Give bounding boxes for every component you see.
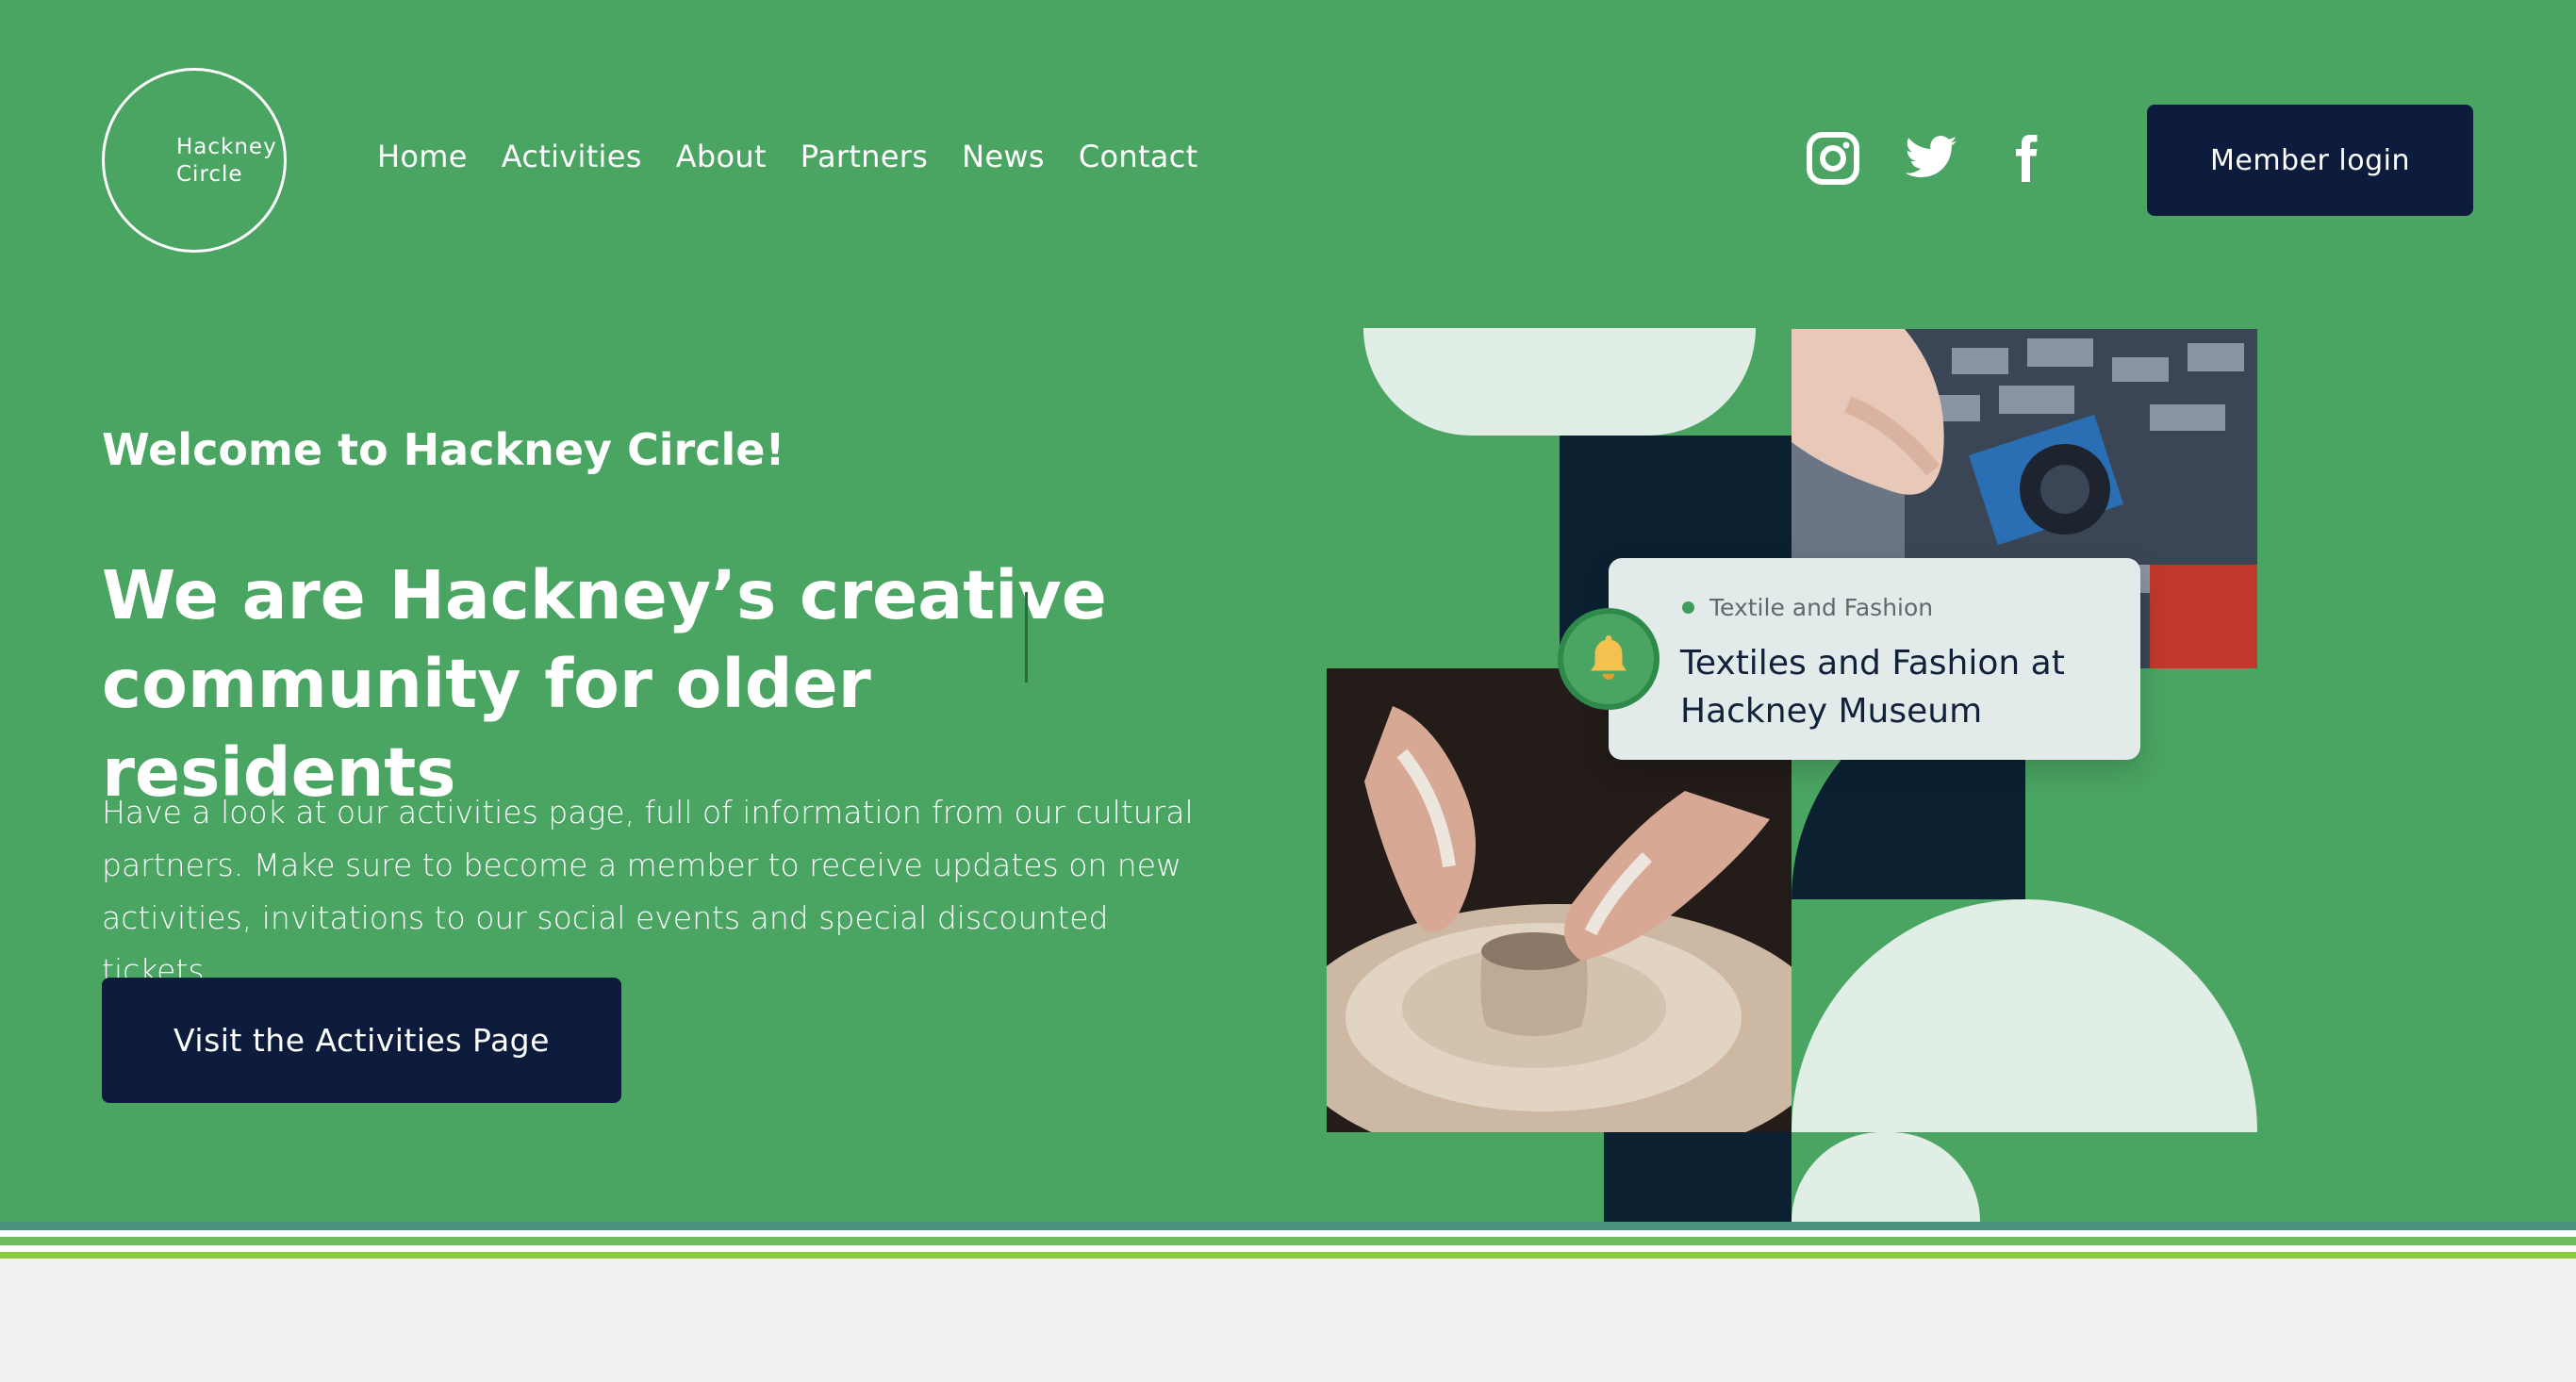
- stripe-green-2: [0, 1252, 2576, 1259]
- hero-section: Hackney Circle Home Activities About Par…: [0, 0, 2576, 1222]
- nav-home[interactable]: Home: [377, 139, 468, 174]
- nav-news[interactable]: News: [962, 139, 1045, 174]
- twitter-icon[interactable]: [1903, 130, 1959, 187]
- mint-half-circle-small: [1792, 1132, 1980, 1222]
- welcome-heading: Welcome to Hackney Circle!: [102, 424, 785, 475]
- event-category-label: Textile and Fashion: [1709, 594, 1934, 621]
- bell-icon: [1558, 608, 1660, 710]
- nav-contact[interactable]: Contact: [1079, 139, 1198, 174]
- instagram-icon[interactable]: [1805, 130, 1861, 187]
- member-login-button[interactable]: Member login: [2147, 105, 2473, 216]
- category-dot: [1682, 601, 1694, 614]
- mint-half-circle-top: [1363, 328, 1756, 436]
- stripe-green-1: [0, 1237, 2576, 1245]
- hero-intro: Have a look at our activities page, full…: [102, 794, 1194, 989]
- logo-line-1: Hackney: [176, 135, 277, 159]
- facebook-icon[interactable]: [1997, 130, 2054, 187]
- main-nav: Home Activities About Partners News Cont…: [377, 139, 1197, 174]
- hero-headline: We are Hackney’s creative community for …: [102, 556, 1107, 812]
- logo-text: Hackney Circle: [176, 133, 277, 189]
- stripe-white-1: [0, 1230, 2576, 1237]
- mint-half-circle-large: [1792, 899, 2257, 1132]
- site-logo[interactable]: Hackney Circle: [102, 68, 287, 253]
- event-category: Textile and Fashion: [1682, 594, 1933, 621]
- nav-activities[interactable]: Activities: [502, 139, 642, 174]
- stripe-white-2: [0, 1245, 2576, 1252]
- stripe-teal: [0, 1222, 2576, 1230]
- event-title: Textiles and Fashion at Hackney Museum: [1680, 644, 2065, 731]
- navy-block-bottom: [1604, 1132, 1792, 1222]
- event-card[interactable]: Textile and Fashion Textiles and Fashion…: [1609, 558, 2140, 760]
- nav-about[interactable]: About: [676, 139, 767, 174]
- visit-activities-button[interactable]: Visit the Activities Page: [102, 978, 621, 1103]
- nav-partners[interactable]: Partners: [801, 139, 928, 174]
- text-cursor: [1025, 592, 1028, 683]
- logo-line-2: Circle: [176, 162, 243, 187]
